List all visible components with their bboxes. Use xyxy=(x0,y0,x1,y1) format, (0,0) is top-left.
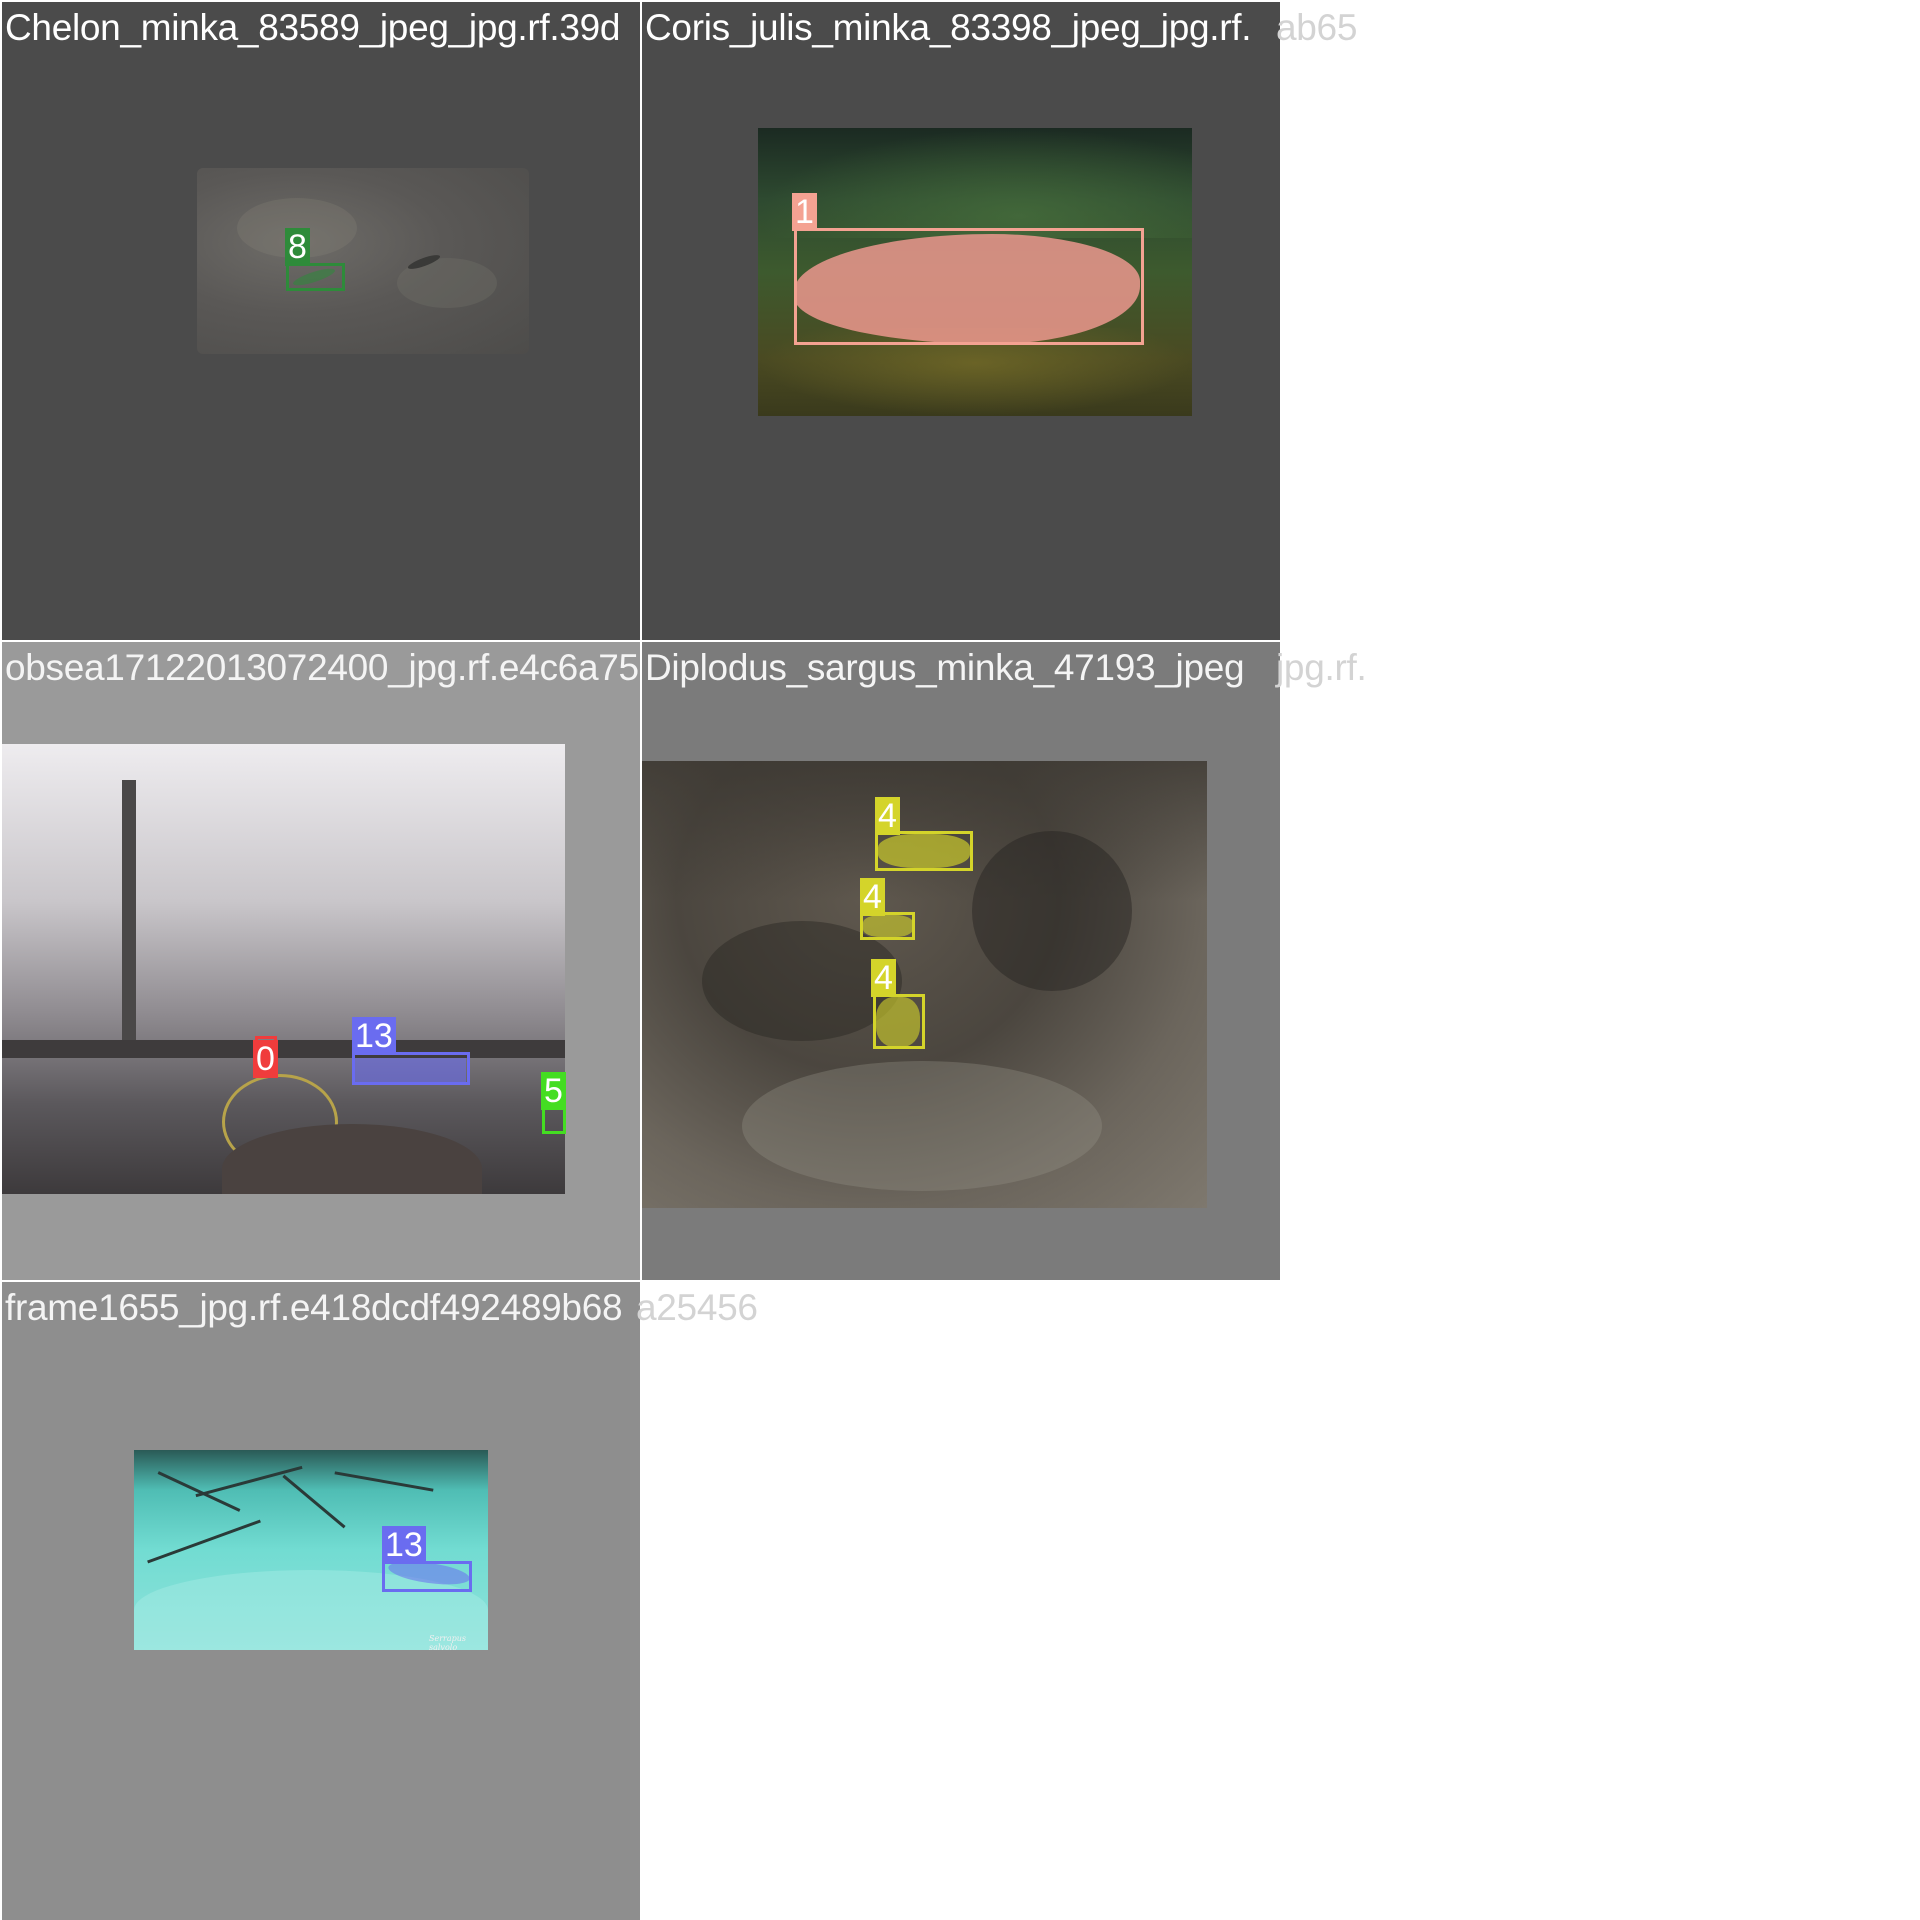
class-label: 4 xyxy=(875,797,900,835)
photo-caption: Serrapus salvolo xyxy=(429,1634,467,1650)
photo-turquoise-seabed: Serrapus salvolo xyxy=(134,1450,488,1650)
image-title: frame1655_jpg.rf.e418dcdf492489b68 xyxy=(5,1287,623,1328)
detection-box xyxy=(875,831,973,871)
tile-diplodus-sargus: 4 4 4 xyxy=(642,642,1280,1280)
detection-box xyxy=(794,228,1144,345)
image-title-overflow: a25456 xyxy=(636,1287,758,1328)
class-label: 1 xyxy=(792,193,817,231)
photo-underwater-structure xyxy=(2,744,565,1194)
image-title-overflow: ab65 xyxy=(1276,7,1358,48)
detection-box xyxy=(382,1561,472,1592)
class-label: 13 xyxy=(382,1526,426,1564)
detection-box xyxy=(873,994,925,1049)
class-label: 13 xyxy=(352,1017,396,1055)
tile-chelon-minka: 8 xyxy=(2,2,640,640)
photo-rocky-seabed xyxy=(642,761,1207,1208)
class-label: 4 xyxy=(860,878,885,916)
image-title: Coris_julis_minka_83398_jpeg_jpg.rf. xyxy=(645,7,1252,48)
class-label: 4 xyxy=(871,959,896,997)
image-title: obsea17122013072400_jpg.rf.e4c6a75 xyxy=(5,647,639,688)
detection-mosaic: 8 1 0 13 5 4 4 4 Serrapus salvolo 13 Che… xyxy=(0,0,1920,1920)
tile-obsea: 0 13 5 xyxy=(2,642,640,1280)
class-label: 5 xyxy=(541,1072,566,1110)
image-title: Chelon_minka_83589_jpeg_jpg.rf.39d xyxy=(5,7,621,48)
tile-frame1655: Serrapus salvolo 13 xyxy=(2,1282,640,1920)
image-title-overflow: jpg.rf. xyxy=(1276,647,1367,688)
detection-box xyxy=(860,912,915,940)
detection-box xyxy=(286,263,345,291)
detection-box xyxy=(352,1052,470,1085)
class-label: 8 xyxy=(285,228,310,266)
photo-sandy-seabed xyxy=(197,168,529,354)
class-label: 0 xyxy=(253,1040,278,1078)
detection-box xyxy=(542,1106,566,1134)
image-title: Diplodus_sargus_minka_47193_jpeg xyxy=(645,647,1245,688)
tile-coris-julis: 1 xyxy=(642,2,1280,640)
